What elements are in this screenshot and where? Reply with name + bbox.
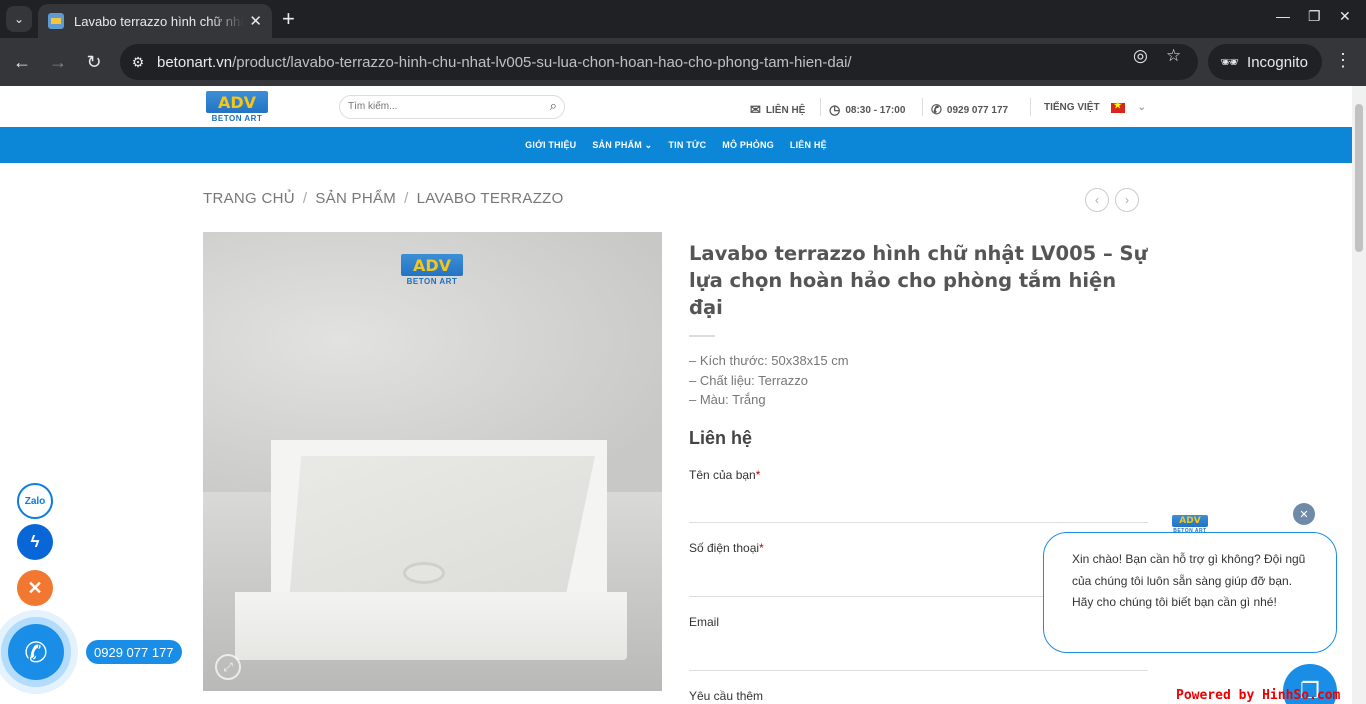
tab-favicon-icon	[48, 13, 64, 29]
nav-item-gioi-thieu[interactable]: GIỚI THIỆU	[517, 140, 584, 150]
window-close-icon[interactable]: ✕	[1339, 8, 1351, 25]
incognito-label: Incognito	[1247, 53, 1308, 71]
basin-illustration	[235, 440, 633, 660]
page-scrollbar[interactable]	[1352, 86, 1366, 704]
nav-item-lien-he[interactable]: LIÊN HỆ	[782, 140, 835, 150]
nav-item-label: SẢN PHẨM	[592, 139, 642, 150]
browser-tab-bar: ⌄ Lavabo terrazzo hình chữ nhật ✕ + — ❐ …	[0, 0, 1366, 38]
address-bar[interactable]: ⚙ betonart.vn/product/lavabo-terrazzo-hi…	[120, 44, 1198, 80]
chevron-down-icon: ⌄	[644, 139, 653, 150]
new-tab-icon[interactable]: +	[282, 6, 295, 32]
back-icon[interactable]: ←	[10, 50, 34, 74]
minimize-icon[interactable]: —	[1276, 8, 1290, 24]
spec-material: – Chất liệu: Terrazzo	[689, 372, 808, 388]
basin-front	[235, 592, 627, 660]
divider	[820, 98, 821, 116]
nav-item-tin-tuc[interactable]: TIN TỨC	[660, 140, 714, 150]
product-title: Lavabo terrazzo hình chữ nhật LV005 – Sự…	[689, 242, 1148, 319]
phone-icon: ✆	[931, 102, 942, 117]
language-label: TIẾNG VIỆT	[1044, 102, 1100, 113]
clock-icon: ◷	[829, 102, 841, 117]
breadcrumb: TRANG CHỦ / SẢN PHẨM / LAVABO TERRAZZO	[203, 190, 564, 207]
logo-mark: ADV	[206, 91, 268, 113]
language-switcher[interactable]: TIẾNG VIỆT ⌄	[1044, 100, 1146, 114]
spec-size: – Kích thước: 50x38x15 cm	[689, 353, 849, 368]
search-input[interactable]	[348, 101, 528, 112]
url-path: /product/lavabo-terrazzo-hinh-chu-nhat-l…	[232, 53, 852, 71]
url-text[interactable]: betonart.vn/product/lavabo-terrazzo-hinh…	[157, 54, 852, 71]
email-field[interactable]	[689, 670, 1148, 671]
bookmark-star-icon[interactable]: ☆	[1166, 46, 1181, 66]
image-watermark-logo: ADV BETON ART	[401, 254, 463, 288]
menu-kebab-icon[interactable]: ⋮	[1334, 50, 1352, 71]
name-label: Tên của bạn*	[689, 468, 761, 482]
eye-off-icon[interactable]: ◎	[1133, 46, 1148, 66]
mail-icon: ✉	[750, 102, 761, 117]
site-logo[interactable]: ADV BETON ART	[206, 91, 268, 125]
nav-item-mo-phong[interactable]: MÔ PHỎNG	[714, 140, 782, 150]
web-page: ADV BETON ART ⌕ ✉ LIÊN HỆ ◷ 08:30 - 17:0…	[0, 86, 1352, 704]
email-label: Email	[689, 615, 720, 629]
tab-search-button[interactable]: ⌄	[6, 6, 32, 32]
phone-field-label: Số điện thoại*	[689, 541, 764, 555]
title-divider	[689, 335, 715, 337]
site-info-icon[interactable]: ⚙	[123, 47, 153, 77]
chat-close-icon[interactable]: ✕	[1293, 503, 1315, 525]
divider	[1030, 98, 1031, 116]
contact-form-heading: Liên hệ	[689, 428, 753, 448]
next-product-icon[interactable]: ›	[1115, 188, 1139, 212]
browser-toolbar: ← → ↻ ⚙ betonart.vn/product/lavabo-terra…	[0, 38, 1366, 86]
chat-logo: ADV BETON ART	[1172, 515, 1208, 535]
logo-text: BETON ART	[211, 114, 263, 123]
scrollbar-thumb[interactable]	[1355, 104, 1363, 252]
tab-close-icon[interactable]: ✕	[249, 12, 262, 30]
messenger-icon[interactable]: ϟ	[17, 524, 53, 560]
zoom-icon[interactable]: ⤢	[215, 654, 241, 680]
main-nav: GIỚI THIỆU SẢN PHẨM ⌄ TIN TỨC MÔ PHỎNG L…	[0, 127, 1352, 163]
breadcrumb-separator: /	[404, 190, 409, 207]
breadcrumb-separator: /	[302, 190, 308, 207]
breadcrumb-category[interactable]: LAVABO TERRAZZO	[417, 190, 564, 207]
basin-inner	[289, 456, 595, 602]
vietnam-flag-icon	[1110, 100, 1125, 113]
phone-label: 0929 077 177	[946, 104, 1009, 116]
breadcrumb-products[interactable]: SẢN PHẨM	[315, 190, 396, 207]
nav-item-san-pham[interactable]: SẢN PHẨM ⌄	[584, 140, 660, 151]
prev-product-icon[interactable]: ‹	[1085, 188, 1109, 212]
incognito-icon: 🕶	[1220, 54, 1240, 71]
search-icon[interactable]: ⌕	[550, 98, 557, 114]
watermark-text: BETON ART	[406, 277, 458, 286]
close-widgets-icon[interactable]: ✕	[17, 570, 53, 606]
call-phone-icon[interactable]: ✆	[8, 624, 64, 680]
hours-label: 08:30 - 17:00	[845, 104, 906, 116]
forward-icon[interactable]: →	[46, 50, 70, 74]
chat-logo-mark: ADV	[1172, 515, 1208, 527]
url-domain: betonart.vn	[157, 53, 233, 71]
contact-link[interactable]: ✉ LIÊN HỆ	[750, 102, 805, 118]
chat-logo-text: BETON ART	[1173, 528, 1207, 534]
phone-number-pill[interactable]: 0929 077 177	[86, 640, 182, 664]
restore-icon[interactable]: ❐	[1308, 8, 1321, 25]
product-image[interactable]: ADV BETON ART ⤢	[203, 232, 662, 691]
divider	[922, 98, 923, 116]
product-specs: – Kích thước: 50x38x15 cm – Chất liệu: T…	[689, 351, 849, 410]
chat-greeting-bubble[interactable]: Xin chào! Bạn cần hỗ trợ gì không? Đội n…	[1043, 532, 1337, 653]
watermark-mark: ADV	[401, 254, 463, 276]
reload-icon[interactable]: ↻	[82, 50, 106, 74]
contact-label: LIÊN HỆ	[765, 104, 806, 116]
phone-link[interactable]: ✆ 0929 077 177	[931, 102, 1008, 118]
breadcrumb-home[interactable]: TRANG CHỦ	[203, 190, 295, 207]
tab-title: Lavabo terrazzo hình chữ nhật	[74, 13, 244, 29]
chevron-down-icon: ⌄	[1137, 102, 1146, 113]
hours-info: ◷ 08:30 - 17:00	[829, 102, 905, 118]
name-field[interactable]	[689, 522, 1148, 523]
powered-by-text[interactable]: Powered by HinhSo.com	[1176, 688, 1340, 703]
zalo-button[interactable]: Zalo	[17, 483, 53, 519]
spec-color: – Màu: Trắng	[689, 392, 766, 407]
search-box: ⌕	[339, 95, 565, 119]
browser-tab[interactable]: Lavabo terrazzo hình chữ nhật ✕	[38, 4, 272, 38]
incognito-button[interactable]: 🕶 Incognito	[1208, 44, 1322, 80]
extra-request-label: Yêu cầu thêm	[689, 689, 764, 703]
basin-drain	[403, 562, 445, 584]
